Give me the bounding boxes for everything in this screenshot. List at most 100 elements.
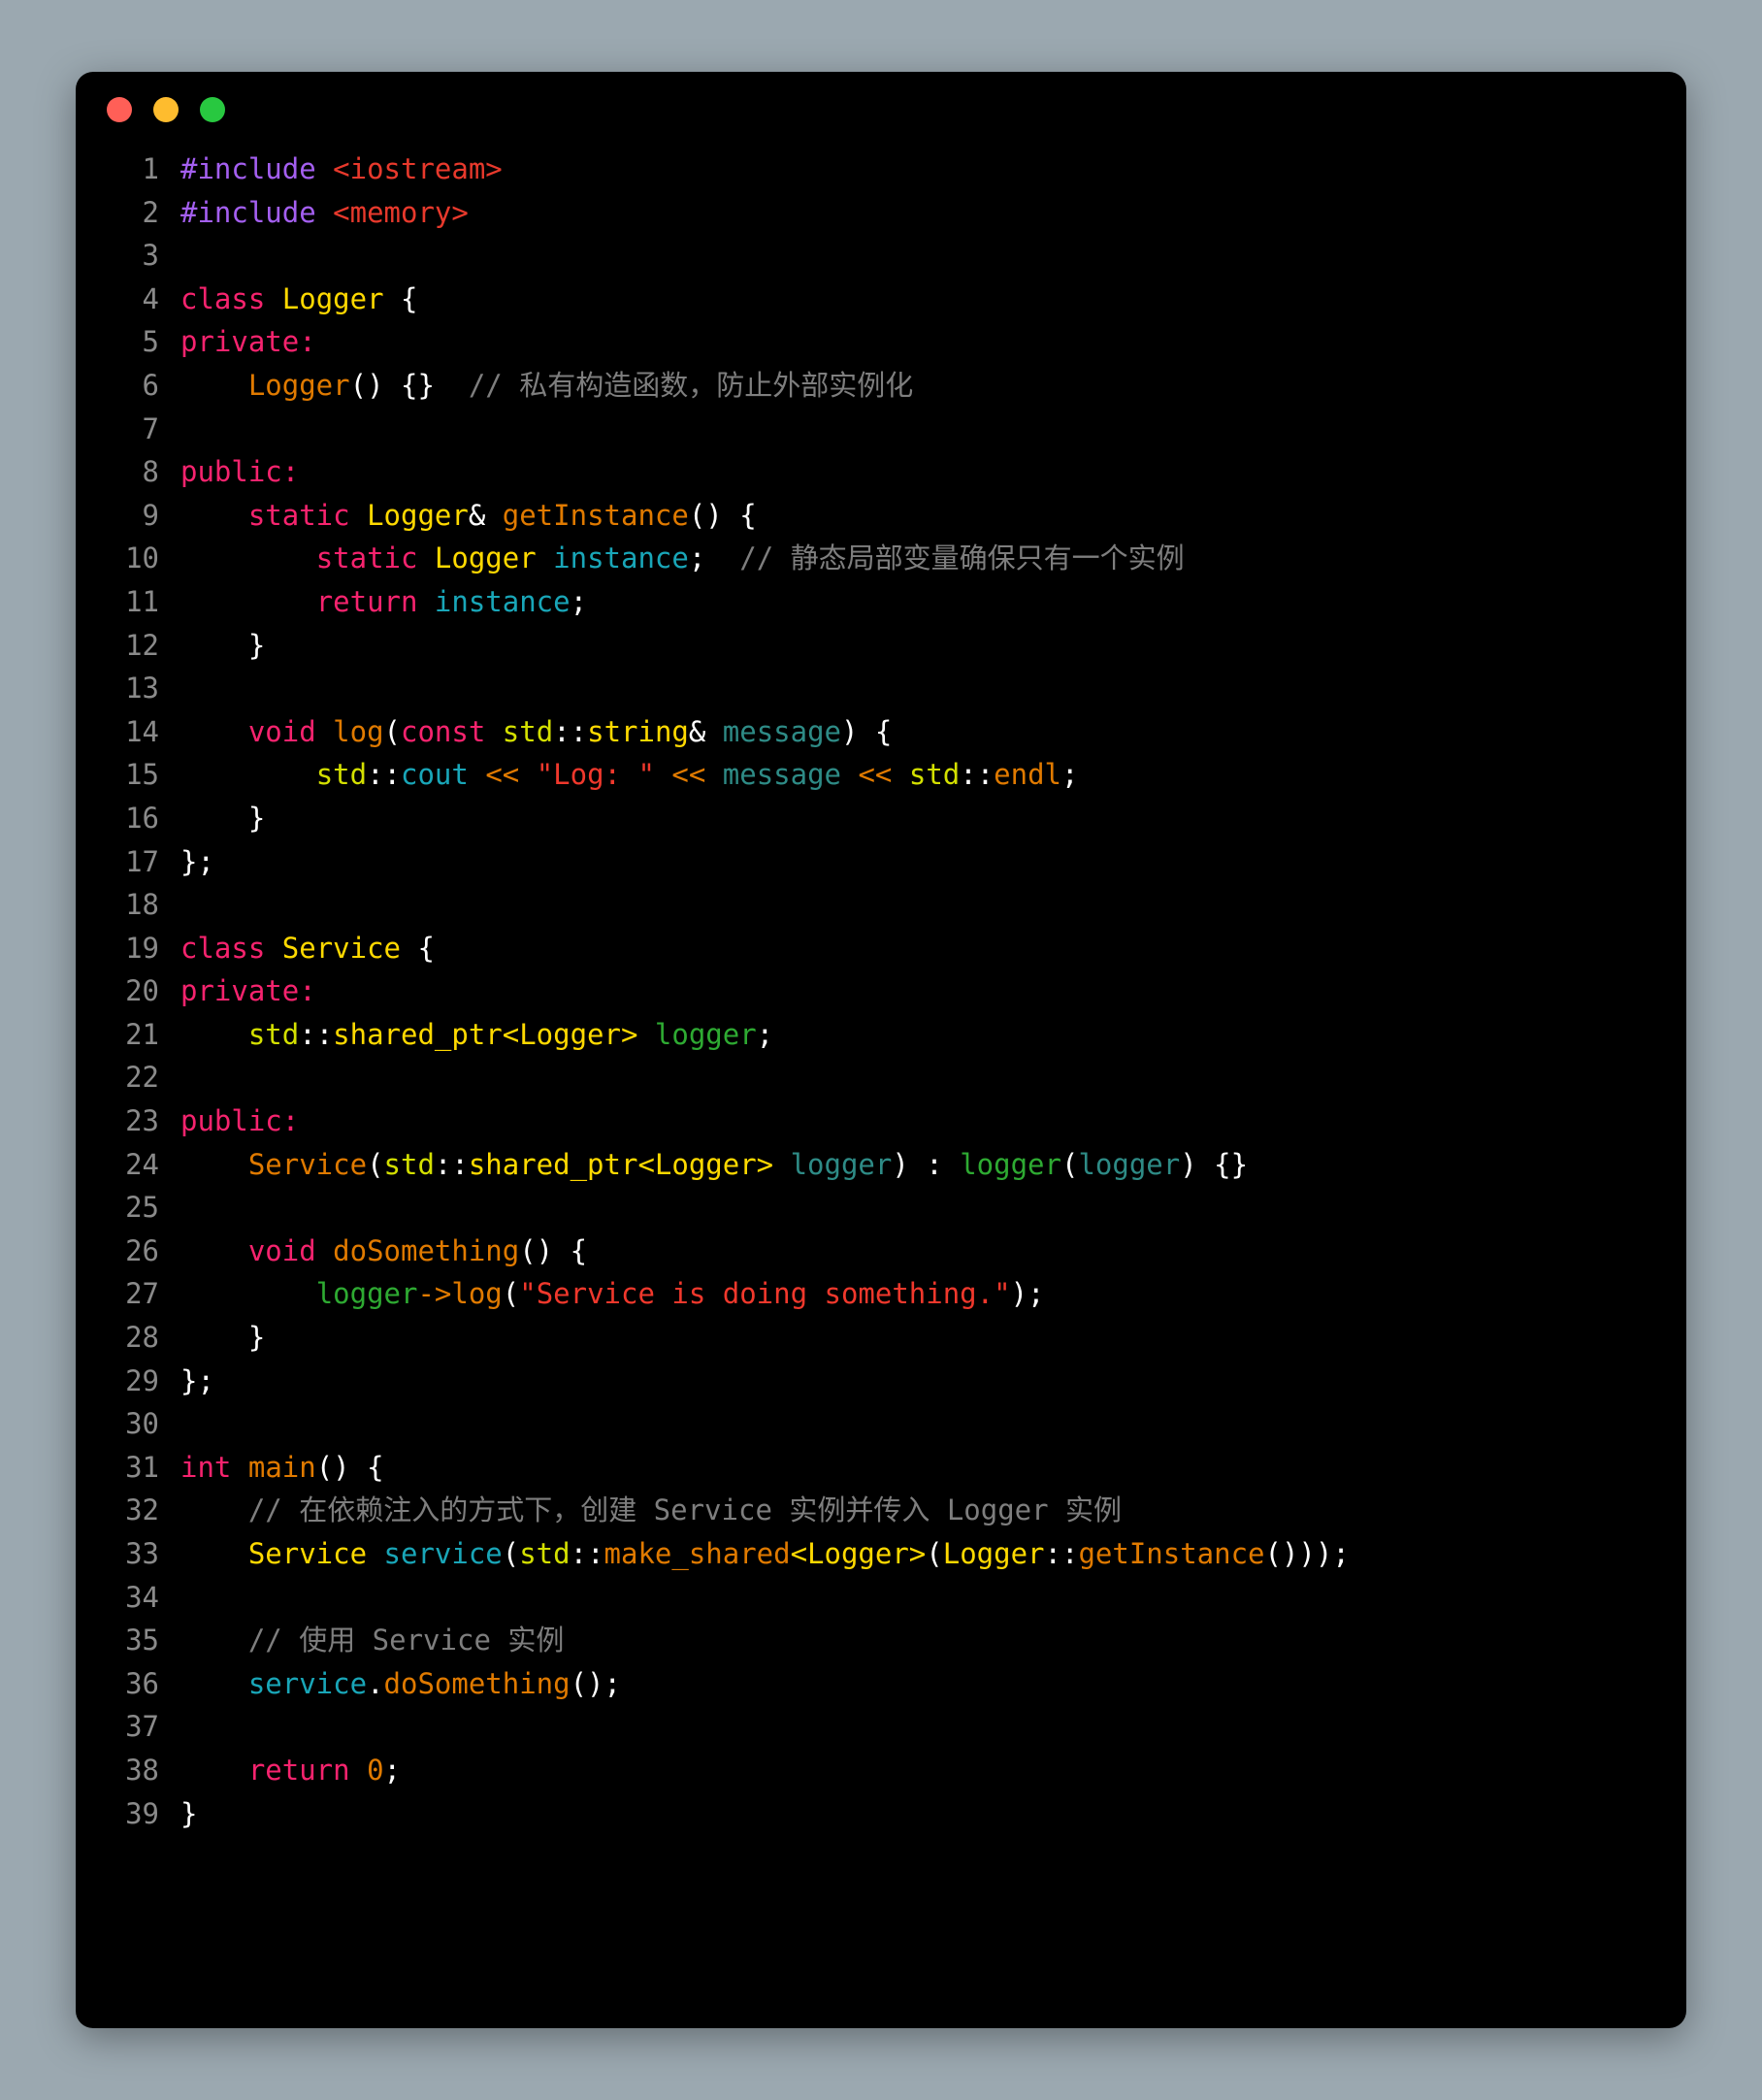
code-token: endl	[994, 758, 1062, 792]
code-token: shared_ptr<Logger>	[468, 1147, 774, 1181]
code-token: ) {	[841, 714, 893, 748]
code-token: getInstance	[502, 498, 689, 532]
code-token: <Logger>	[790, 1537, 927, 1570]
code-token: void	[247, 1233, 316, 1267]
code-token: private:	[180, 974, 316, 1008]
code-token: logger	[315, 1277, 418, 1311]
code-line: 12 }	[99, 624, 1686, 668]
code-token: ()));	[1264, 1537, 1350, 1570]
line-number: 33	[125, 1537, 159, 1570]
code-token: public:	[180, 1104, 300, 1138]
code-token: ;	[1061, 758, 1079, 792]
maximize-button[interactable]	[200, 97, 225, 122]
code-token: (	[1060, 1147, 1079, 1181]
code-token: std	[315, 758, 368, 792]
code-line: 18	[99, 883, 1686, 927]
line-number: 27	[125, 1277, 159, 1311]
code-token: (	[383, 714, 402, 748]
code-line: 36 service.doSomething();	[99, 1662, 1686, 1706]
line-number: 2	[142, 195, 159, 229]
code-token: Service	[247, 1537, 368, 1570]
code-token: (	[502, 1537, 520, 1570]
code-editor[interactable]: 1 #include <iostream> 2 #include <memory> 3 4…	[76, 148, 1686, 1835]
code-token: <iostream>	[333, 152, 503, 185]
code-token: logger	[1078, 1147, 1181, 1181]
code-token: Logger	[247, 368, 350, 402]
line-number: 28	[125, 1321, 159, 1355]
code-line: 3	[99, 234, 1686, 278]
line-number: 12	[125, 628, 159, 662]
code-token: // 私有构造函数，防止外部实例化	[468, 368, 914, 402]
code-token: (	[926, 1537, 943, 1570]
code-token: ::	[434, 1147, 469, 1181]
code-token: service	[383, 1537, 503, 1570]
code-token: ->	[417, 1277, 452, 1311]
code-token: Logger	[281, 281, 384, 315]
code-line: 25	[99, 1186, 1686, 1230]
code-line: 30	[99, 1402, 1686, 1446]
code-token: return	[315, 584, 418, 618]
code-token: () {	[519, 1233, 588, 1267]
code-line: 23 public:	[99, 1099, 1686, 1143]
line-number: 22	[125, 1061, 159, 1095]
code-token: <memory>	[333, 195, 469, 229]
line-number: 37	[125, 1710, 159, 1744]
line-number: 5	[142, 325, 159, 359]
minimize-button[interactable]	[153, 97, 179, 122]
code-line: 39}	[99, 1792, 1686, 1836]
code-token: service	[247, 1666, 368, 1700]
code-token: // 使用 Service 实例	[247, 1624, 565, 1657]
code-line: 11 return instance;	[99, 580, 1686, 624]
code-token: static	[247, 498, 350, 532]
code-token: ) :	[892, 1147, 961, 1181]
code-token: public:	[180, 455, 300, 489]
code-token: }	[180, 628, 266, 662]
code-token: private:	[180, 325, 316, 359]
code-token: class	[180, 281, 266, 315]
code-token: Logger	[367, 498, 469, 532]
code-line: 28 }	[99, 1316, 1686, 1360]
code-token: static	[315, 541, 418, 575]
code-line: 38 return 0;	[99, 1749, 1686, 1792]
line-number: 14	[125, 714, 159, 748]
line-number: 38	[125, 1753, 159, 1787]
code-token: doSomething	[383, 1666, 571, 1700]
code-token: Service	[281, 931, 401, 965]
line-number: 18	[125, 888, 159, 922]
code-token: .	[367, 1666, 384, 1700]
code-token: // 在依赖注入的方式下，创建 Service 实例并传入 Logger 实例	[247, 1493, 1123, 1527]
code-token: getInstance	[1078, 1537, 1265, 1570]
code-token: make_shared	[604, 1537, 791, 1570]
code-token: message	[722, 758, 841, 792]
code-token: shared_ptr<Logger>	[333, 1017, 638, 1051]
line-number: 19	[125, 931, 159, 965]
code-line: 2 #include <memory>	[99, 191, 1686, 235]
code-token: Logger	[942, 1537, 1045, 1570]
close-button[interactable]	[107, 97, 132, 122]
line-number: 34	[125, 1580, 159, 1614]
code-token: ;	[570, 584, 588, 618]
code-line: 34	[99, 1576, 1686, 1620]
line-number: 23	[125, 1104, 159, 1138]
line-number: 17	[125, 844, 159, 878]
code-line: 33 Service service(std::make_shared<Logg…	[99, 1532, 1686, 1576]
code-token: (	[502, 1277, 520, 1311]
code-token: ::	[367, 758, 401, 792]
